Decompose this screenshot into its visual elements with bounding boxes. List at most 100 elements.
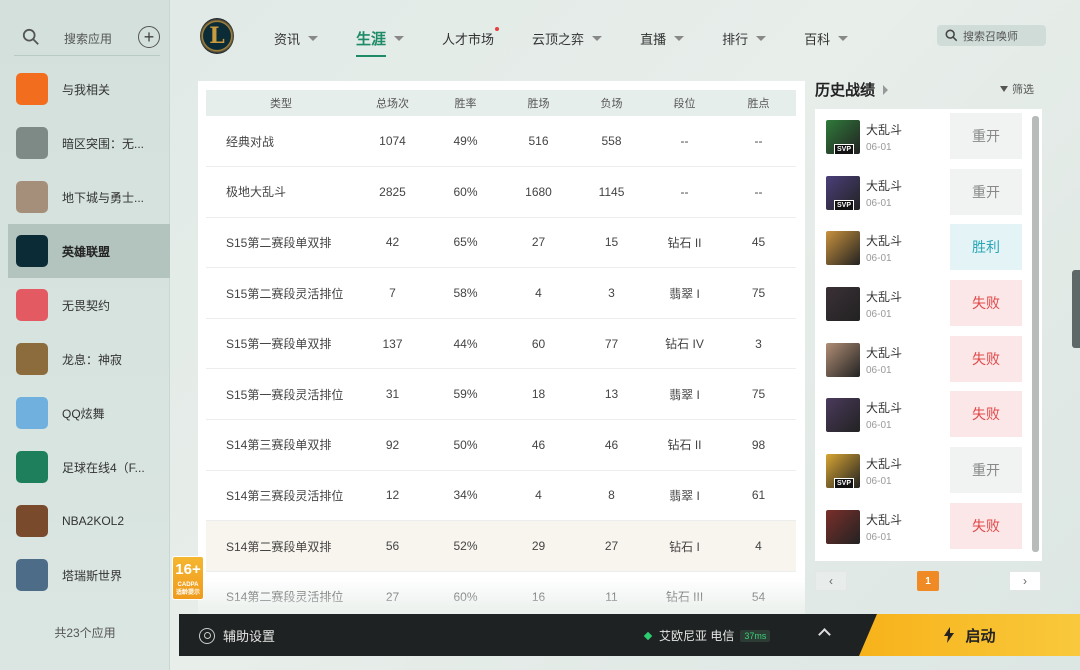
table-cell: 44%: [429, 318, 502, 370]
nav-tab[interactable]: 百科: [804, 28, 849, 49]
champion-avatar-icon: SVP: [826, 453, 860, 489]
search-icon: [945, 29, 958, 42]
sidebar-app-item[interactable]: 地下城与勇士...: [8, 170, 170, 224]
side-drawer-handle[interactable]: [1072, 270, 1080, 348]
nav-menu: 资讯 生涯 人才市场 云顶之弈 直播 排行 百科: [274, 27, 886, 57]
add-app-button[interactable]: +: [138, 26, 160, 48]
launch-button[interactable]: 启动: [859, 614, 1080, 656]
settings-icon: [199, 627, 215, 644]
table-cell: 极地大乱斗: [206, 166, 356, 218]
app-search-input[interactable]: 搜索应用 +: [14, 22, 160, 56]
match-item[interactable]: 大乱斗 06-01 失败: [815, 499, 1042, 555]
chevron-up-icon[interactable]: [818, 628, 831, 641]
table-cell: 92: [356, 419, 429, 471]
match-item[interactable]: 大乱斗 06-01 失败: [815, 387, 1042, 443]
game-icon: [16, 181, 48, 213]
table-row[interactable]: S14第三赛段灵活排位 12 34% 4 8 翡翠 I 61: [206, 470, 796, 522]
sidebar-app-item[interactable]: 与我相关: [8, 62, 170, 116]
bottom-bar: 辅助设置 艾欧尼亚 电信 37ms 启动: [179, 614, 1080, 656]
table-cell: 钻石 I: [648, 520, 721, 572]
match-result: 重开: [950, 168, 1022, 215]
table-cell: 12: [356, 470, 429, 522]
match-item[interactable]: SVP 大乱斗 06-01 重开: [815, 109, 1042, 165]
match-item[interactable]: 大乱斗 06-01 失败: [815, 332, 1042, 388]
table-cell: 2825: [356, 166, 429, 218]
nav-tab[interactable]: 生涯: [356, 28, 405, 57]
match-mode: 大乱斗: [866, 234, 903, 249]
nav-tab[interactable]: 云顶之弈: [532, 28, 603, 49]
column-header: 类型: [270, 98, 292, 110]
top-navigation: L 资讯 生涯 人才市场 云顶之弈 直播 排行 百科 搜索召唤师: [170, 0, 1080, 76]
match-history-title[interactable]: 历史战绩: [815, 79, 889, 100]
match-mode: 大乱斗: [866, 512, 903, 527]
match-item[interactable]: 大乱斗 06-01 胜利: [815, 220, 1042, 276]
filter-button[interactable]: 筛选: [1000, 81, 1034, 97]
match-info: 大乱斗 06-01: [866, 511, 902, 543]
table-cell: 15: [575, 217, 648, 269]
match-item[interactable]: SVP 大乱斗 06-01 重开: [815, 165, 1042, 221]
table-cell: 3: [721, 318, 796, 370]
current-page[interactable]: 1: [917, 571, 939, 591]
table-cell: 137: [356, 318, 429, 370]
game-icon: [16, 505, 48, 537]
server-selector[interactable]: 艾欧尼亚 电信 37ms: [643, 627, 771, 644]
table-cell: 钻石 II: [648, 217, 721, 269]
column-header: 段位: [673, 98, 696, 110]
app-sidebar: 搜索应用 + 与我相关 暗区突围：无... 地下城与勇士... 英雄联盟 无畏契约 龙息：…: [0, 0, 170, 670]
nav-tab[interactable]: 排行: [722, 28, 767, 49]
table-row[interactable]: S14第二赛段单双排 56 52% 29 27 钻石 I4: [206, 520, 796, 572]
table-row[interactable]: 极地大乱斗 2825 60% 1680 1145 -- --: [206, 166, 796, 218]
assist-settings-button[interactable]: 辅助设置: [199, 626, 275, 645]
sidebar-app-item[interactable]: 暗区突围：无...: [8, 116, 170, 170]
table-row[interactable]: S15第二赛段灵活排位 7 58% 4 3 翡翠 I 75: [206, 267, 796, 319]
scrollbar-thumb[interactable]: [1032, 116, 1039, 552]
table-cell: 翡翠 I: [648, 267, 721, 319]
sidebar-app-item[interactable]: 无畏契约: [8, 278, 170, 332]
table-header-row: 类型 总场次 胜率 胜场 负场 段位 胜点: [206, 90, 796, 116]
table-row[interactable]: S14第二赛段灵活排位 27 60% 16 11 钻石 III 54: [206, 571, 796, 614]
age-rating-number: 16+: [175, 561, 201, 578]
prev-page-button[interactable]: ‹: [815, 571, 847, 591]
history-scrollbar[interactable]: [1032, 116, 1039, 552]
table-cell: 16: [502, 571, 575, 614]
summoner-search-input[interactable]: 搜索召唤师: [937, 25, 1046, 46]
table-row[interactable]: S15第二赛段单双排 42 65% 27 15 钻石 II 45: [206, 217, 796, 269]
sidebar-app-item[interactable]: 足球在线4（F...: [8, 440, 170, 494]
launch-label: 启动: [965, 627, 996, 645]
nav-tab[interactable]: 人才市场: [442, 27, 500, 49]
table-cell: 65%: [429, 217, 502, 269]
sidebar-app-item[interactable]: 英雄联盟: [8, 224, 170, 278]
table-row[interactable]: 经典对战 1074 49% 516 558 -- --: [206, 116, 796, 168]
table-cell: 54: [721, 571, 796, 614]
table-row[interactable]: S15第一赛段单双排 137 44% 60 77 钻石 IV 3: [206, 318, 796, 370]
chevron-down-icon: [394, 36, 405, 41]
table-cell: 1074: [356, 116, 429, 168]
lol-logo-icon[interactable]: L: [200, 18, 234, 54]
age-rating-badge: 16+ CADPA 适龄提示: [172, 556, 204, 600]
age-rating-caption: 适龄提示: [175, 590, 200, 596]
sidebar-app-item[interactable]: 龙息：神寂: [8, 332, 170, 386]
table-cell: 60: [502, 318, 575, 370]
match-info: 大乱斗 06-01: [866, 344, 902, 376]
match-result: 失败: [950, 391, 1022, 438]
match-history-title-text: 历史战绩: [815, 82, 876, 99]
match-item[interactable]: 大乱斗 06-01 失败: [815, 276, 1042, 332]
table-cell: 翡翠 I: [648, 368, 721, 421]
table-cell: 50%: [429, 419, 502, 471]
nav-tab[interactable]: 直播: [640, 28, 685, 49]
sidebar-app-label: NBA2KOL2: [62, 514, 125, 528]
nav-tab[interactable]: 资讯: [274, 28, 319, 49]
sidebar-app-label: 地下城与勇士...: [62, 190, 145, 205]
next-page-button[interactable]: ›: [1009, 571, 1041, 591]
table-row[interactable]: S15第一赛段灵活排位 31 59% 18 13 翡翠 I 75: [206, 368, 796, 421]
table-row[interactable]: S14第三赛段单双排 92 50% 46 46 钻石 II 98: [206, 419, 796, 471]
sidebar-app-label: QQ炫舞: [62, 406, 105, 421]
match-item[interactable]: SVP 大乱斗 06-01 重开: [815, 443, 1042, 499]
sidebar-app-item[interactable]: 塔瑞斯世界: [8, 548, 170, 602]
svp-badge: SVP: [834, 477, 855, 489]
sidebar-app-item[interactable]: QQ炫舞: [8, 386, 170, 440]
table-cell: 27: [502, 217, 575, 269]
match-result: 胜利: [950, 224, 1022, 271]
sidebar-app-item[interactable]: NBA2KOL2: [8, 494, 170, 548]
age-rating-org: CADPA: [177, 582, 199, 588]
